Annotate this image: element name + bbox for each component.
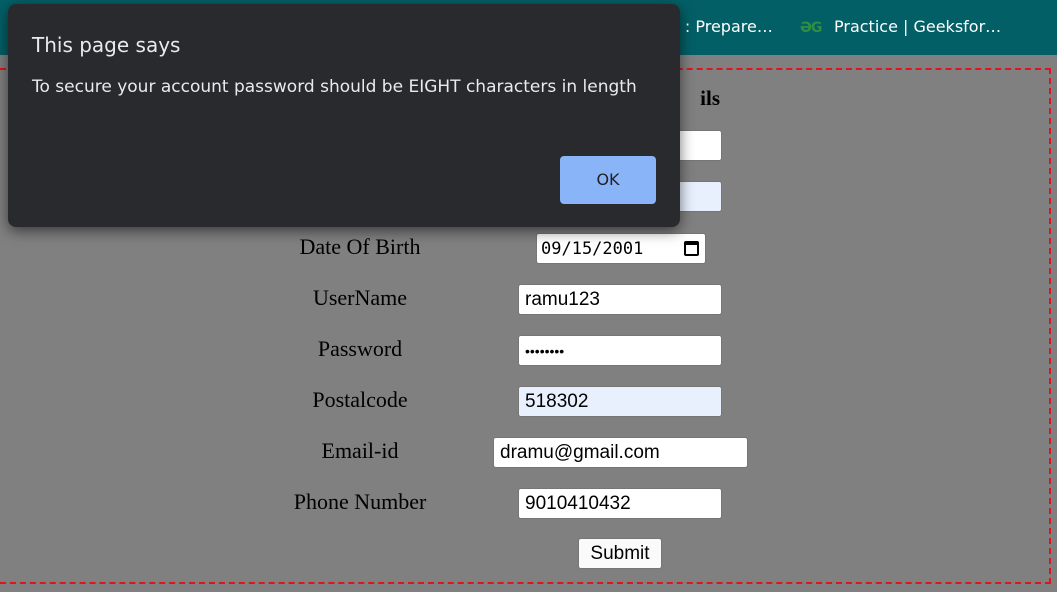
phone-input[interactable]: 9010410432 (518, 488, 722, 519)
gfg-icon: ƏG (800, 20, 822, 36)
username-input[interactable]: ramu123 (518, 284, 722, 315)
bookmark-prepare[interactable]: a : Prepare… (670, 17, 773, 36)
email-input[interactable]: dramu@gmail.com (493, 437, 748, 468)
submit-button[interactable]: Submit (578, 538, 662, 569)
calendar-icon[interactable] (684, 241, 699, 256)
password-input[interactable]: •••••••• (518, 335, 722, 366)
username-label: UserName (312, 285, 408, 310)
password-masked-value: •••••••• (525, 343, 565, 359)
dob-value: 09/15/2001 (541, 239, 644, 259)
dob-label: Date Of Birth (299, 234, 421, 259)
bookmark-label: a : Prepare… (670, 17, 773, 36)
dob-date-input[interactable]: 09/15/2001 (536, 233, 706, 264)
bookmark-label: Practice | Geeksfor… (834, 17, 1002, 36)
email-label: Email-id (321, 438, 399, 463)
bookmark-practice-geeksforgeeks[interactable]: ƏG Practice | Geeksfor… (800, 17, 1001, 36)
postalcode-input[interactable]: 518302 (518, 386, 722, 417)
dialog-title: This page says (32, 33, 181, 57)
dialog-message: To secure your account password should b… (32, 77, 637, 97)
alert-dialog: This page says To secure your account pa… (8, 4, 680, 227)
phone-label: Phone Number (293, 489, 427, 514)
postalcode-label: Postalcode (312, 387, 408, 412)
ok-button[interactable]: OK (560, 156, 656, 204)
password-label: Password (317, 336, 403, 361)
